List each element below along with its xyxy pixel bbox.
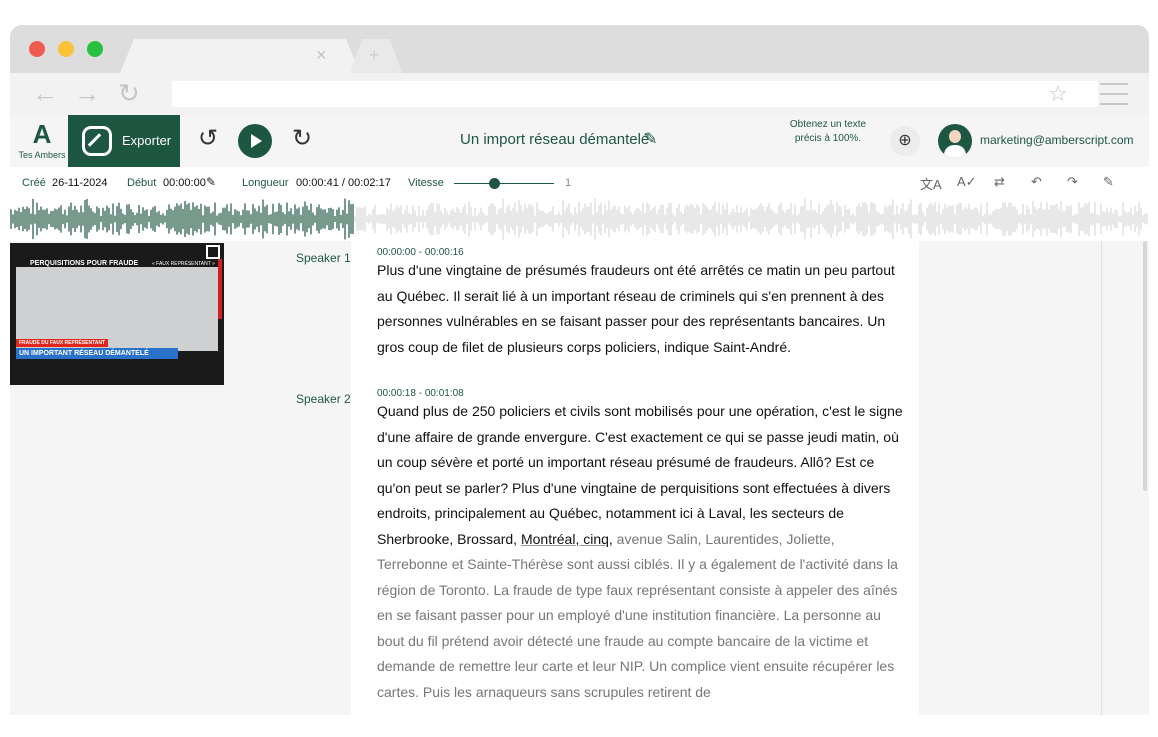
- upcoming-text: avenue Salin, Laurentides, Joliette, Ter…: [377, 530, 898, 700]
- start-value: 00:00:00: [163, 177, 206, 189]
- segment-timestamp[interactable]: 00:00:18 - 00:01:08: [377, 388, 464, 399]
- bookmark-star-icon[interactable]: ☆: [1048, 81, 1068, 107]
- language-globe-icon[interactable]: ⊕: [890, 126, 920, 156]
- segment-timestamp[interactable]: 00:00:00 - 00:00:16: [377, 247, 464, 258]
- edit-pencil-icon[interactable]: ✎: [1103, 174, 1114, 190]
- logo-label: Tes Ambers: [18, 150, 66, 160]
- fullscreen-icon[interactable]: [206, 245, 220, 259]
- account-email[interactable]: marketing@amberscript.com: [980, 133, 1134, 147]
- forward-arrow-icon[interactable]: →: [74, 80, 100, 106]
- video-player[interactable]: PERQUISITIONS POUR FRAUDE « FAUX REPRÉSE…: [10, 243, 224, 385]
- export-button[interactable]: Exporter: [68, 115, 180, 167]
- new-tab-button[interactable]: +: [350, 39, 402, 73]
- speaker-label[interactable]: Speaker 1: [296, 251, 351, 265]
- redo-icon[interactable]: ↷: [1067, 174, 1078, 190]
- address-bar[interactable]: [172, 81, 1098, 107]
- created-label: Créé: [22, 177, 46, 189]
- transcript-area: PERQUISITIONS POUR FRAUDE « FAUX REPRÉSE…: [10, 241, 1149, 715]
- browser-window: × + ← → ↻ ☆ A Tes Ambers Exporter ↺ ↻ Un…: [10, 25, 1149, 715]
- spellcheck-icon[interactable]: A✓: [957, 174, 977, 190]
- created-value: 26-11-2024: [52, 177, 108, 189]
- forward-5s-icon[interactable]: ↻: [292, 127, 312, 151]
- accuracy-promo[interactable]: Obtenez un texte précis à 100%.: [776, 118, 880, 146]
- played-text: Quand plus de 250 policiers et civils so…: [377, 403, 903, 547]
- length-value: 00:00:41 / 00:02:17: [296, 177, 391, 189]
- user-avatar[interactable]: [938, 124, 972, 158]
- amberscript-logo[interactable]: A Tes Ambers: [14, 121, 70, 160]
- minimize-window-button[interactable]: [58, 41, 74, 57]
- edit-title-pencil-icon[interactable]: ✎: [644, 129, 657, 149]
- maximize-window-button[interactable]: [87, 41, 103, 57]
- video-banner-big: UN IMPORTANT RÉSEAU DÉMANTELÉ: [16, 348, 178, 359]
- speed-slider-handle[interactable]: [489, 178, 500, 189]
- undo-icon[interactable]: ↶: [1031, 174, 1042, 190]
- edit-start-pencil-icon[interactable]: ✎: [206, 175, 216, 189]
- length-label: Longueur: [242, 177, 289, 189]
- reload-icon[interactable]: ↻: [118, 80, 140, 106]
- logo-letter: A: [32, 119, 52, 149]
- tab-close-icon[interactable]: ×: [316, 45, 327, 66]
- editor-toolbar: A Tes Ambers Exporter ↺ ↻ Un import rése…: [10, 115, 1149, 167]
- back-arrow-icon[interactable]: ←: [32, 80, 58, 106]
- metadata-row: Créé 26-11-2024 Début 00:00:00 ✎ Longueu…: [10, 167, 1149, 197]
- nav-bar: ← → ↻ ☆: [10, 73, 1149, 115]
- speaker-label[interactable]: Speaker 2: [296, 392, 351, 406]
- browser-tab[interactable]: ×: [120, 39, 360, 73]
- speed-value: 1: [565, 177, 572, 189]
- plus-icon: +: [369, 45, 380, 65]
- tab-strip: × +: [10, 25, 1149, 73]
- transcript-panel: 00:00:00 - 00:00:16 Plus d'une vingtaine…: [351, 241, 919, 715]
- find-replace-icon[interactable]: ⇄: [994, 174, 1005, 190]
- export-label: Exporter: [122, 133, 172, 148]
- scrollbar-thumb[interactable]: [1143, 241, 1147, 491]
- video-tag: « FAUX REPRÉSENTANT »: [152, 261, 215, 267]
- segment-text[interactable]: Plus d'une vingtaine de présumés fraudeu…: [377, 258, 905, 360]
- export-icon: [82, 126, 112, 156]
- speed-label: Vitesse: [408, 177, 444, 189]
- start-label: Début: [127, 177, 157, 189]
- document-title[interactable]: Un import réseau démantelé: [460, 131, 649, 148]
- menu-icon[interactable]: [1100, 83, 1128, 105]
- video-red-bar: [218, 259, 222, 319]
- video-headline: PERQUISITIONS POUR FRAUDE: [30, 260, 139, 267]
- panel-divider: [1101, 241, 1102, 715]
- current-word: Montréal, cinq,: [520, 530, 613, 547]
- play-button[interactable]: [238, 124, 272, 158]
- segment-text[interactable]: Quand plus de 250 policiers et civils so…: [377, 399, 905, 705]
- rewind-5s-icon[interactable]: ↺: [198, 127, 218, 151]
- audio-waveform[interactable]: [10, 197, 1149, 241]
- editor-app: A Tes Ambers Exporter ↺ ↻ Un import rése…: [10, 115, 1149, 715]
- translate-icon[interactable]: 文A: [920, 174, 942, 193]
- close-window-button[interactable]: [29, 41, 45, 57]
- video-banner-small: FRAUDE DU FAUX REPRÉSENTANT: [16, 339, 109, 347]
- speed-slider-track[interactable]: [454, 183, 554, 184]
